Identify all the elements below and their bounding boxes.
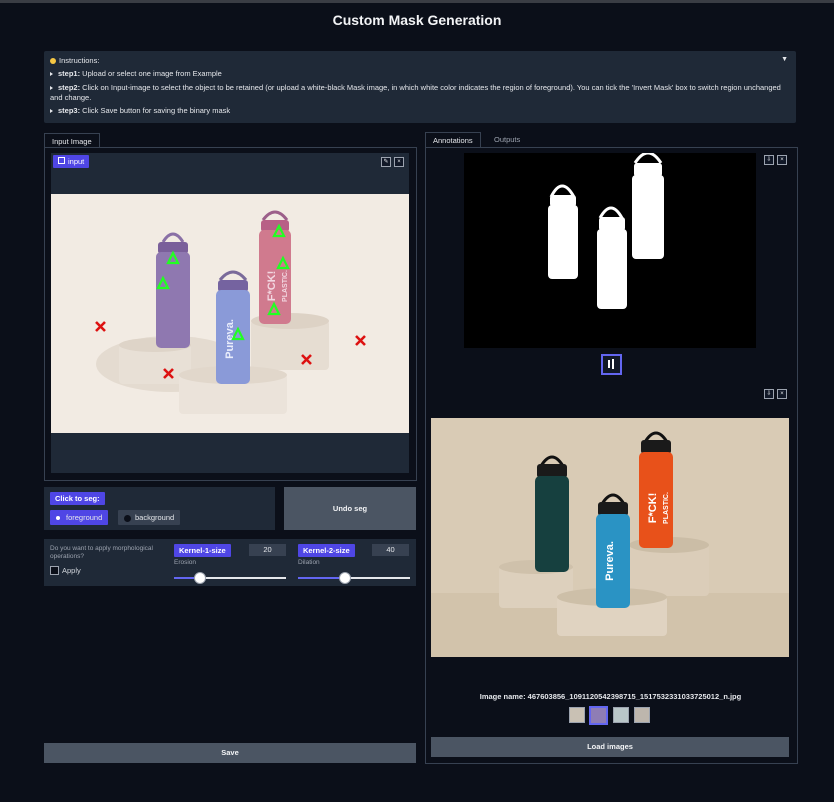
kernel2-slider-fill (298, 577, 344, 579)
kernel1-number-input[interactable]: 20 (249, 544, 286, 556)
bullet-icon (50, 72, 53, 77)
radio-selected-dot-icon (56, 516, 60, 521)
morphology-question: Do you want to apply morphological opera… (50, 545, 153, 560)
bullet-icon (50, 109, 53, 114)
lightbulb-icon (50, 58, 56, 65)
apply-label[interactable]: Apply (62, 566, 81, 575)
kernel2-sub: Dilation (298, 559, 320, 566)
kernel2-label: Kernel-2-size (298, 544, 355, 557)
instruction-step3: step3: Click Save button for saving the … (50, 106, 788, 116)
tab-outputs[interactable]: Outputs (487, 132, 527, 147)
collapse-triangle-icon[interactable]: ▼ (781, 56, 788, 63)
gallery-thumbnail[interactable] (569, 707, 585, 723)
close-icon[interactable]: × (394, 157, 404, 167)
gallery-thumbnail[interactable] (634, 707, 650, 723)
download-icon[interactable]: ⇩ (764, 389, 774, 399)
save-button[interactable]: Save (44, 743, 416, 763)
original-image: F*CK! PLASTIC. Pureva. (431, 418, 789, 657)
image-name-label: Image name: 467603856_1091120542398715_1… (479, 692, 742, 701)
edit-icon[interactable]: ✎ (381, 157, 391, 167)
window-top-border (0, 0, 834, 3)
close-icon[interactable]: × (777, 155, 787, 165)
kernel2-number-input[interactable]: 40 (372, 544, 409, 556)
bottle-right-subtext: PLASTIC. (663, 492, 670, 524)
instruction-step1: step1: Upload or select one image from E… (50, 69, 788, 79)
bullet-icon (50, 86, 53, 91)
bottle-middle: Pureva. (596, 493, 630, 608)
bottle-middle-text: Pureva. (604, 541, 616, 581)
tab-annotations[interactable]: Annotations (425, 132, 481, 148)
page-title: Custom Mask Generation (332, 12, 502, 28)
download-icon[interactable]: ⇩ (764, 155, 774, 165)
kernel1-label: Kernel-1-size (174, 544, 231, 557)
click-to-seg-label: Click to seg: (50, 492, 105, 505)
radio-background[interactable]: background (118, 510, 181, 525)
kernel1-sub: Erosion (174, 559, 197, 566)
instructions-header[interactable]: Instructions: (50, 56, 99, 65)
radio-unselected-icon (124, 514, 131, 522)
instructions-accordion[interactable]: Instructions: ▼ step1: Upload or select … (44, 51, 796, 123)
input-label: input (53, 155, 90, 168)
mask-thumbnail-icon (608, 359, 614, 369)
gallery-thumbnail-selected[interactable] (589, 706, 608, 725)
mask-image (464, 153, 756, 348)
load-images-button[interactable]: Load images (431, 737, 789, 757)
instruction-step2: step2: Click on Input-image to select th… (50, 83, 781, 102)
bottle-right: F*CK! PLASTIC. (639, 431, 673, 548)
mask-thumbnail[interactable] (601, 354, 622, 375)
kernel1-slider-handle[interactable] (194, 572, 206, 584)
image-icon (58, 157, 65, 164)
gallery-thumbnail[interactable] (613, 707, 629, 723)
undo-seg-button[interactable]: Undo seg (284, 487, 416, 530)
kernel2-slider-handle[interactable] (339, 572, 351, 584)
bottle-middle: Pureva. (216, 270, 250, 384)
input-image-canvas[interactable]: F*CK! PLASTIC. Pureva. (51, 194, 409, 433)
apply-checkbox[interactable] (50, 566, 59, 575)
close-icon[interactable]: × (777, 389, 787, 399)
bottle-right-subtext: PLASTIC. (282, 270, 289, 302)
bottle-right-text: F*CK! (266, 271, 278, 302)
radio-foreground[interactable]: foreground (50, 510, 109, 525)
bottle-left (535, 455, 569, 572)
bottle-right-text: F*CK! (647, 493, 659, 524)
